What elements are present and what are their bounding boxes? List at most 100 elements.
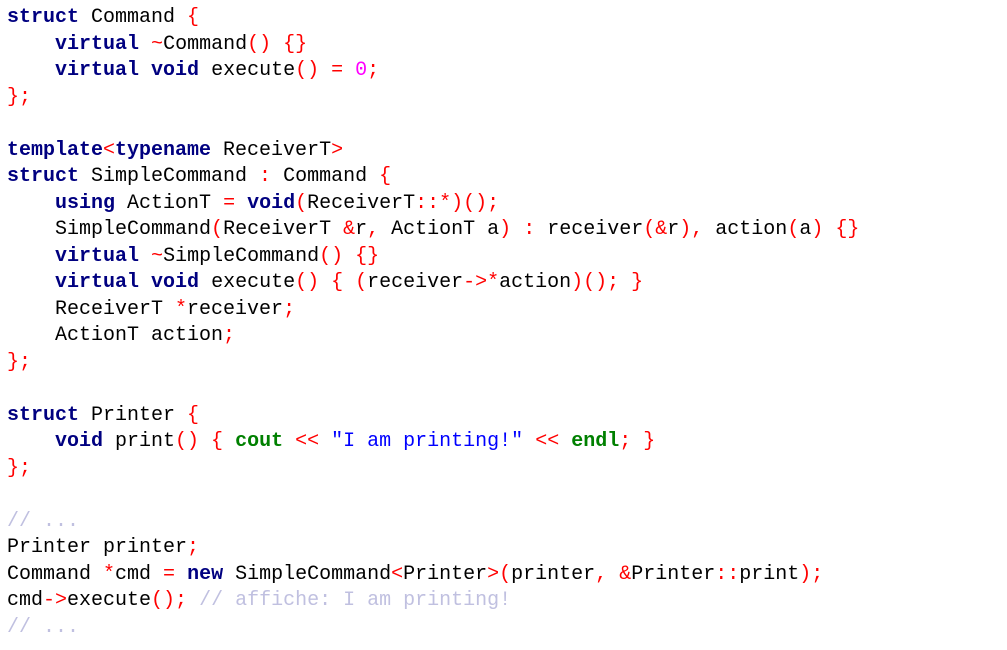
- identifier-token: receiver: [367, 271, 464, 294]
- punctuation-token: :: [523, 218, 536, 241]
- code-line: ReceiverT *receiver;: [7, 297, 859, 324]
- identifier-token: [7, 59, 55, 82]
- punctuation-token: () {}: [319, 244, 380, 268]
- code-line: // ...: [7, 615, 859, 642]
- punctuation-token: (: [787, 218, 800, 241]
- identifier-token: [223, 430, 235, 453]
- punctuation-token: ;: [619, 430, 632, 453]
- identifier-token: Printer: [631, 562, 716, 586]
- code-line: virtual ~Command() {}: [7, 32, 859, 59]
- identifier-token: [139, 271, 151, 294]
- code-line: template<typename ReceiverT>: [7, 138, 859, 165]
- identifier-token: SimpleCommand: [223, 562, 392, 586]
- punctuation-token: ),: [679, 218, 704, 241]
- identifier-token: ReceiverT: [223, 218, 344, 241]
- identifier-token: ActionT: [115, 191, 224, 215]
- punctuation-token: ;: [187, 536, 200, 559]
- punctuation-token: (: [295, 191, 308, 215]
- keyword-token: struct: [7, 6, 80, 29]
- identifier-token: [319, 430, 331, 453]
- punctuation-token: ::*)();: [415, 191, 500, 215]
- identifier-token: ReceiverT: [7, 297, 176, 321]
- punctuation-token: )(); }: [571, 271, 644, 294]
- code-line: cmd->execute(); // affiche: I am printin…: [7, 588, 859, 615]
- identifier-token: SimpleCommand: [79, 165, 260, 188]
- identifier-token: execute: [199, 271, 296, 294]
- punctuation-token: <: [103, 138, 116, 162]
- identifier-token: SimpleCommand: [163, 244, 320, 268]
- punctuation-token: *: [103, 562, 116, 586]
- identifier-token: [343, 59, 355, 82]
- identifier-token: [139, 245, 151, 268]
- identifier-token: Command: [7, 562, 104, 586]
- identifier-token: receiver: [187, 297, 284, 321]
- keyword-token: void: [247, 191, 296, 215]
- identifier-token: Command: [79, 6, 188, 29]
- punctuation-token: =: [163, 562, 176, 586]
- code-line: virtual ~SimpleCommand() {}: [7, 244, 859, 271]
- identifier-token: print: [103, 430, 176, 453]
- punctuation-token: (: [211, 218, 224, 241]
- punctuation-token: ;: [283, 297, 296, 321]
- punctuation-token: ~: [151, 244, 164, 268]
- code-line: void print() { cout << "I am printing!" …: [7, 429, 859, 456]
- keyword-token: new: [187, 562, 224, 586]
- code-line: Printer printer;: [7, 535, 859, 562]
- identifier-token: Command: [271, 165, 380, 188]
- identifier-token: r: [355, 218, 368, 241]
- comment-token: // ...: [7, 615, 80, 639]
- punctuation-token: (&: [643, 218, 668, 241]
- identifier-token: [175, 563, 187, 586]
- code-line: SimpleCommand(ReceiverT &r, ActionT a) :…: [7, 217, 859, 244]
- keyword-token: template: [7, 138, 104, 162]
- punctuation-token: <: [391, 562, 404, 586]
- keyword-token: virtual: [55, 271, 140, 294]
- code-line: struct Printer {: [7, 403, 859, 430]
- code-line: struct Command {: [7, 5, 859, 32]
- punctuation-token: }: [631, 430, 656, 453]
- keyword-token: void: [55, 430, 104, 453]
- punctuation-token: ->: [43, 589, 68, 612]
- identifier-token: Command: [163, 32, 248, 56]
- stream-token: cout: [235, 430, 284, 453]
- punctuation-token: );: [799, 562, 824, 586]
- identifier-token: Printer: [403, 562, 488, 586]
- identifier-token: cmd: [7, 589, 44, 612]
- punctuation-token: };: [7, 456, 32, 480]
- identifier-token: action: [499, 271, 572, 294]
- identifier-token: ActionT action: [7, 324, 224, 347]
- punctuation-token: =: [223, 191, 236, 215]
- code-line: virtual void execute() { (receiver->*act…: [7, 270, 859, 297]
- identifier-token: [283, 430, 295, 453]
- stream-token: endl: [571, 430, 620, 453]
- punctuation-token: };: [7, 85, 32, 109]
- punctuation-token: ::: [715, 562, 740, 586]
- keyword-token: typename: [115, 138, 212, 162]
- keyword-token: void: [151, 271, 200, 294]
- identifier-token: [139, 59, 151, 82]
- comment-token: // affiche: I am printing!: [199, 589, 512, 612]
- keyword-token: void: [151, 59, 200, 82]
- identifier-token: execute: [67, 589, 152, 612]
- keyword-token: using: [55, 191, 116, 215]
- punctuation-token: *: [175, 297, 188, 321]
- punctuation-token: <<: [295, 430, 320, 453]
- identifier-token: [559, 430, 571, 453]
- identifier-token: [7, 192, 55, 215]
- punctuation-token: &: [343, 218, 356, 241]
- identifier-token: execute: [199, 59, 296, 82]
- identifier-token: [235, 192, 247, 215]
- keyword-token: struct: [7, 403, 80, 427]
- identifier-token: Printer: [79, 403, 188, 427]
- number-token: 0: [355, 59, 368, 82]
- identifier-token: [139, 33, 151, 56]
- code-line: };: [7, 456, 859, 483]
- punctuation-token: {: [187, 6, 200, 29]
- code-line: };: [7, 350, 859, 377]
- code-line: ActionT action;: [7, 323, 859, 350]
- identifier-token: [7, 33, 55, 56]
- punctuation-token: ): [499, 218, 512, 241]
